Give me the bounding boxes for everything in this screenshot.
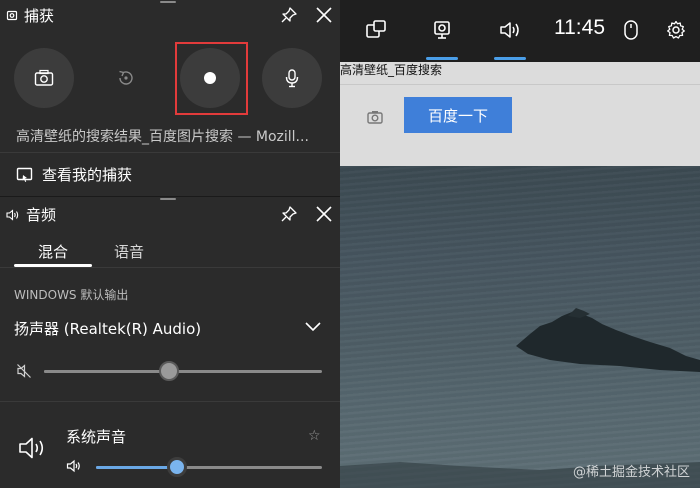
watermark: @稀土掘金技术社区	[572, 465, 690, 480]
replay-icon	[119, 70, 133, 85]
chevron-down-icon[interactable]	[304, 321, 322, 333]
mouse-settings-button[interactable]	[615, 14, 647, 46]
background-window: 高清壁纸_百度搜索 百度一下 @稀土掘金技术社区	[340, 0, 700, 488]
master-volume-thumb[interactable]	[159, 361, 179, 381]
audio-widget-button[interactable]	[494, 14, 526, 60]
view-captures-label: 查看我的捕获	[42, 166, 133, 184]
app-volume-slider[interactable]	[96, 466, 322, 469]
master-volume-slider[interactable]	[44, 370, 322, 373]
record-button-highlight	[175, 42, 248, 115]
active-tab-indicator	[14, 264, 92, 267]
tab-mix[interactable]: 混合	[38, 241, 68, 262]
speaker-muted-icon[interactable]	[16, 363, 32, 379]
baidu-search-button[interactable]: 百度一下	[404, 97, 512, 133]
screenshot-button[interactable]	[14, 48, 74, 108]
microphone-icon	[285, 69, 299, 88]
capture-widget-button[interactable]	[426, 14, 458, 60]
capture-widget-icon	[6, 10, 18, 20]
audio-widget-title: 音频	[26, 206, 57, 224]
audio-widget-header[interactable]: 音频	[6, 204, 56, 225]
app-volume-speaker-icon[interactable]	[66, 459, 82, 473]
tab-voice[interactable]: 语音	[114, 241, 144, 262]
browser-page: 高清壁纸_百度搜索 百度一下	[340, 62, 700, 166]
gallery-icon	[16, 167, 33, 182]
capture-widget-header[interactable]: 捕获	[6, 5, 54, 26]
clock: 11:45	[554, 16, 605, 39]
camera-icon	[34, 69, 54, 86]
output-device-select[interactable]: 扬声器 (Realtek(R) Audio)	[14, 318, 201, 339]
widget-menu-button[interactable]	[360, 14, 392, 46]
favorite-star-icon[interactable]: ☆	[308, 427, 321, 444]
app-volume-label: 系统声音	[66, 428, 127, 446]
capture-icon	[434, 21, 450, 39]
close-icon[interactable]	[315, 205, 333, 223]
drag-handle[interactable]	[160, 198, 176, 200]
camera-search-icon[interactable]	[366, 108, 384, 126]
capture-widget: 捕获 高清壁纸的搜索结果_百度图片搜索 — Mozill... 查看我的捕获	[0, 0, 340, 196]
pin-icon[interactable]	[280, 205, 298, 223]
audio-widget-icon	[6, 208, 19, 221]
browser-page-title: 高清壁纸_百度搜索	[340, 63, 443, 77]
microphone-toggle-button[interactable]	[262, 48, 322, 108]
settings-button[interactable]	[660, 14, 692, 46]
speaker-icon	[500, 22, 519, 38]
game-bar-top: 11:45	[340, 0, 700, 62]
system-sound-speaker-icon	[19, 437, 44, 459]
rock-island-image	[340, 308, 700, 488]
drag-handle[interactable]	[160, 1, 176, 3]
view-captures-link[interactable]: 查看我的捕获	[16, 164, 132, 185]
wallpaper-photo: @稀土掘金技术社区	[340, 166, 700, 488]
capture-widget-title: 捕获	[24, 7, 55, 25]
widget-menu-icon	[366, 20, 386, 38]
audio-widget: 音频 混合 语音 WINDOWS 默认输出 扬声器 (Realtek(R) Au…	[0, 196, 340, 488]
app-volume-thumb[interactable]	[167, 457, 187, 477]
mouse-icon	[624, 20, 638, 40]
app-volume-fill	[96, 466, 177, 469]
pin-icon[interactable]	[280, 6, 298, 24]
output-section-label: WINDOWS 默认输出	[14, 288, 129, 302]
gear-icon	[667, 20, 685, 39]
close-icon[interactable]	[315, 6, 333, 24]
capture-target-text: 高清壁纸的搜索结果_百度图片搜索 — Mozill...	[16, 129, 309, 145]
record-last-30s-button[interactable]	[96, 48, 156, 108]
master-volume-fill	[44, 370, 169, 373]
